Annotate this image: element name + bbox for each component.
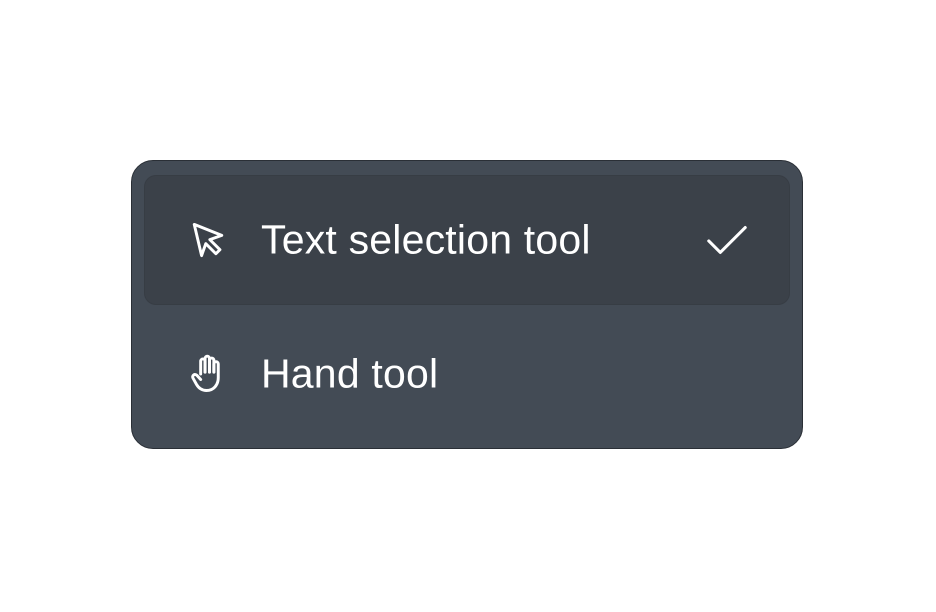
- menu-item-label: Text selection tool: [261, 216, 591, 263]
- menu-item-hand-tool[interactable]: Hand tool: [144, 309, 790, 439]
- menu-item-label: Hand tool: [261, 350, 439, 397]
- tool-selection-menu: Text selection tool Hand tool: [131, 160, 803, 449]
- menu-item-text-selection-tool[interactable]: Text selection tool: [144, 175, 790, 305]
- checkmark-icon: [704, 217, 750, 263]
- cursor-arrow-icon: [186, 218, 230, 262]
- hand-icon: [186, 352, 230, 396]
